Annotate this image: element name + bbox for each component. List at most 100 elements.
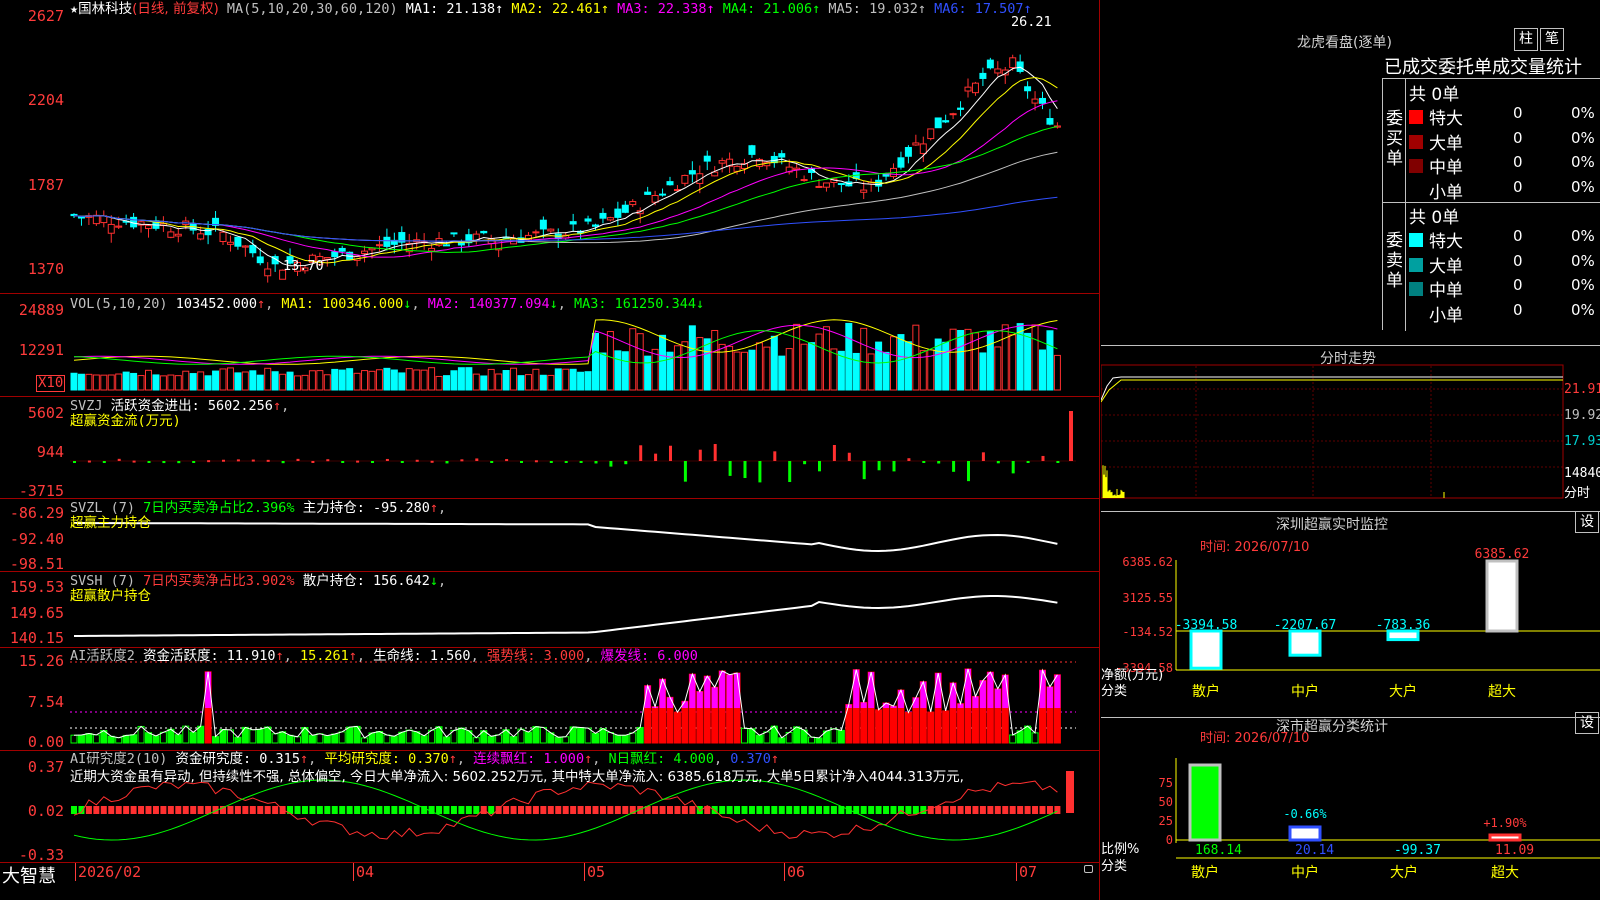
chart-mark	[249, 729, 257, 744]
chart-mark	[107, 374, 115, 391]
tick-view-button[interactable]: 笔	[1540, 28, 1564, 51]
chart-mark	[92, 214, 100, 225]
ma-value: MA5: 19.032↑	[820, 1, 926, 17]
chart-mark	[555, 806, 562, 814]
chart-mark	[882, 702, 890, 744]
chart-mark	[1031, 98, 1039, 104]
sz-monitor-chart[interactable]: 6385.623125.55-134.52-3394.58-3394.58散户-…	[1101, 512, 1600, 718]
intraday-chart[interactable]	[1101, 346, 1600, 512]
svzj-pane[interactable]: 5602 944 -3715 SVZJ 活跃资金进出: 5602.256↑, 超…	[0, 397, 1100, 499]
lock-icon[interactable]	[1084, 865, 1093, 873]
chart-mark	[1011, 461, 1015, 474]
chart-mark	[256, 728, 264, 744]
chart-mark	[793, 323, 801, 391]
chart-mark	[115, 806, 122, 814]
chart-mark	[726, 345, 734, 391]
chart-mark	[93, 806, 100, 814]
chart-mark	[823, 806, 830, 814]
chart-mark	[652, 806, 659, 814]
ai-active-pane[interactable]: 15.26 7.54 0.00 AI活跃度2 资金活跃度: 11.910↑, 1…	[0, 648, 1100, 751]
chart-mark	[822, 182, 830, 188]
sz-monitor-panel[interactable]: 深圳超赢实时监控 设 时间: 2026/07/10 6385.62 3125.55…	[1101, 511, 1600, 718]
chart-mark	[554, 368, 562, 391]
svsh-sub: 超赢散户持仓	[70, 588, 151, 604]
svzl-pane[interactable]: -86.29 -92.40 -98.51 SVZL (7) 7日内买卖净占比2.…	[0, 499, 1100, 572]
size-count: 0	[1513, 251, 1523, 270]
candlestick-chart[interactable]	[0, 0, 1100, 294]
chart-mark	[681, 174, 689, 184]
chart-mark	[1039, 97, 1046, 104]
chart-mark	[882, 351, 890, 391]
chart-mark	[219, 231, 227, 243]
sell-rows: 特大 0 0% 大单 0 0% 中单 0 0% 小单 0 0%	[1409, 227, 1600, 326]
chart-area[interactable]: 2627 2204 1787 1370 ★国林科技(日线, 前复权) MA(5,…	[0, 0, 1100, 900]
price-pane[interactable]: 2627 2204 1787 1370 ★国林科技(日线, 前复权) MA(5,…	[0, 0, 1100, 294]
chart-mark	[296, 458, 300, 461]
chart-mark	[251, 459, 255, 462]
sz-class-panel[interactable]: 深市超赢分类统计 设 时间: 2026/07/10 75 50 25 0 -0.66% +…	[1101, 712, 1600, 900]
size-swatch	[1409, 159, 1423, 173]
chart-mark	[659, 806, 666, 814]
research-chart[interactable]	[0, 751, 1100, 863]
chart-mark	[227, 806, 234, 814]
size-count: 0	[1513, 227, 1523, 245]
star-icon[interactable]: ★	[70, 1, 78, 17]
chart-mark	[816, 806, 822, 814]
chart-mark	[1053, 354, 1061, 391]
chart-mark	[868, 672, 875, 708]
chart-mark	[763, 346, 771, 391]
chart-mark	[495, 373, 503, 391]
flow-bar	[1485, 559, 1519, 633]
chart-mark	[264, 268, 272, 277]
chart-mark	[853, 669, 860, 708]
chart-mark	[564, 461, 568, 463]
period-label[interactable]: (日线, 前复权)	[132, 1, 219, 17]
chart-mark	[1046, 330, 1054, 391]
chart-mark	[803, 461, 807, 465]
chart-mark	[159, 375, 167, 391]
chart-mark	[159, 731, 167, 744]
chart-mark	[316, 733, 324, 744]
bar-value: 6385.62	[1475, 547, 1530, 562]
svsh-pane[interactable]: 159.53 149.65 140.15 SVSH (7) 7日内买卖净占比3.…	[0, 572, 1100, 648]
high-price-label: 26.21	[1011, 14, 1052, 30]
chart-mark	[904, 711, 912, 744]
chart-mark	[234, 736, 242, 744]
chart-mark	[562, 368, 570, 391]
date-tick: 2026/02	[75, 863, 141, 881]
chart-mark	[182, 370, 190, 391]
chart-mark	[534, 460, 538, 463]
chart-mark	[614, 734, 622, 744]
volume-pane[interactable]: 24889 12291 X10 VOL(5,10,20) 103452.000↑…	[0, 294, 1100, 397]
column-view-button[interactable]: 柱	[1514, 28, 1538, 51]
chart-mark	[85, 806, 92, 814]
axis-tick: 50	[1159, 795, 1173, 809]
low-price-label: 13.70	[283, 258, 324, 274]
chart-mark	[599, 352, 607, 391]
chart-mark	[241, 371, 249, 391]
ai-research-axis-tick: 0.37	[27, 758, 64, 776]
svsh-header: SVSH (7) 7日内买卖净占比3.902% 散户持仓: 156.642↓,	[70, 573, 447, 589]
ai-research-axis-tick: 0.02	[27, 802, 64, 820]
chart-mark	[905, 806, 912, 814]
chart-mark	[703, 338, 711, 391]
ai-research-pane[interactable]: 0.37 0.02 -0.33 AI研究度2(10) 资金研究度: 0.315↑…	[0, 751, 1100, 863]
sz-class-chart[interactable]: 75 50 25 0 -0.66% +1.90% 168.14 20.14 -99.37 11.0…	[1101, 718, 1600, 900]
ratio-bar	[1288, 825, 1322, 842]
order-size-row: 小单 0 0%	[1409, 178, 1600, 203]
intraday-panel[interactable]: 分时走势 21.91 19.92 17.93 14840 分时	[1101, 346, 1600, 512]
chart-mark	[475, 458, 479, 461]
ma-value: MA4: 21.006↑	[714, 1, 821, 17]
chart-mark	[331, 251, 339, 258]
chart-mark	[599, 806, 606, 814]
chart-mark	[117, 458, 121, 461]
chart-mark	[644, 191, 652, 195]
size-pct: 0%	[1571, 276, 1595, 294]
chart-mark	[614, 806, 621, 814]
chart-mark	[331, 806, 338, 814]
chart-mark	[965, 806, 971, 814]
chart-mark	[465, 367, 473, 391]
chart-mark	[971, 82, 979, 94]
chart-mark	[130, 372, 138, 391]
chart-mark	[987, 806, 994, 814]
